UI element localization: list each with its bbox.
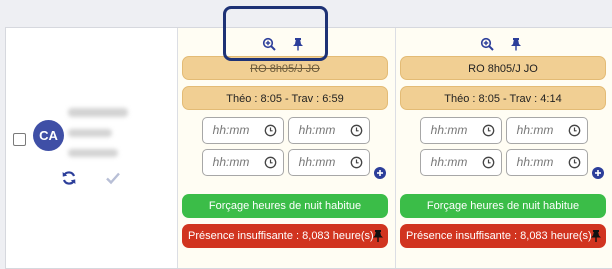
presence-warning-label: Présence insuffisante : 8,083 heure(s) [406,230,592,242]
redacted-name [68,108,128,117]
day-column: RO 8h05/J JO Théo : 8:05 - Trav : 6:59 h… [178,28,389,268]
time-input-start-1[interactable]: hh:mm [202,117,284,144]
time-placeholder: hh:mm [430,155,468,169]
clock-icon[interactable] [350,124,363,137]
time-placeholder: hh:mm [298,123,336,137]
avatar: CA [33,120,64,151]
employee-select-checkbox[interactable] [13,133,26,146]
time-placeholder: hh:mm [430,123,468,137]
zoom-in-icon[interactable] [480,37,494,51]
clock-icon[interactable] [482,156,495,169]
presence-warning-badge[interactable]: Présence insuffisante : 8,083 heure(s) [182,224,388,248]
time-input-start-2[interactable]: hh:mm [420,149,502,176]
add-time-plus-icon[interactable] [592,167,604,179]
forcing-night-hours-button[interactable]: Forçage heures de nuit habitue [400,194,606,218]
clock-icon[interactable] [350,156,363,169]
day-toolbar [396,35,607,53]
time-input-end-1[interactable]: hh:mm [506,117,588,144]
redacted-info [68,129,112,137]
time-input-start-2[interactable]: hh:mm [202,149,284,176]
theo-trav-pill[interactable]: Théo : 8:05 - Trav : 4:14 [400,86,606,110]
redacted-info [68,149,118,157]
day-column: RO 8h05/J JO Théo : 8:05 - Trav : 4:14 h… [396,28,607,268]
highlight-annotation-box [223,6,328,61]
time-input-end-2[interactable]: hh:mm [506,149,588,176]
time-input-end-2[interactable]: hh:mm [288,149,370,176]
planning-table: CA RO 8h05/J JO Théo : 8:05 - Trav : 6:5… [5,27,612,269]
add-time-plus-icon[interactable] [374,167,386,179]
theo-trav-pill[interactable]: Théo : 8:05 - Trav : 6:59 [182,86,388,110]
refresh-icon[interactable] [61,170,77,186]
time-placeholder: hh:mm [212,123,250,137]
clock-icon[interactable] [568,156,581,169]
time-placeholder: hh:mm [516,123,554,137]
clock-icon[interactable] [568,124,581,137]
time-input-end-1[interactable]: hh:mm [288,117,370,144]
time-placeholder: hh:mm [298,155,336,169]
clock-icon[interactable] [264,156,277,169]
clock-icon[interactable] [482,124,495,137]
time-input-start-1[interactable]: hh:mm [420,117,502,144]
presence-warning-badge[interactable]: Présence insuffisante : 8,083 heure(s) [400,224,606,248]
forcing-night-hours-button[interactable]: Forçage heures de nuit habitue [182,194,388,218]
presence-warning-label: Présence insuffisante : 8,083 heure(s) [188,230,374,242]
pin-icon[interactable] [372,229,384,243]
shift-code-pill[interactable]: RO 8h05/J JO [400,56,606,80]
pin-icon[interactable] [509,37,523,51]
clock-icon[interactable] [264,124,277,137]
validate-check-icon[interactable] [105,170,121,186]
time-placeholder: hh:mm [516,155,554,169]
time-placeholder: hh:mm [212,155,250,169]
pin-icon[interactable] [590,229,602,243]
